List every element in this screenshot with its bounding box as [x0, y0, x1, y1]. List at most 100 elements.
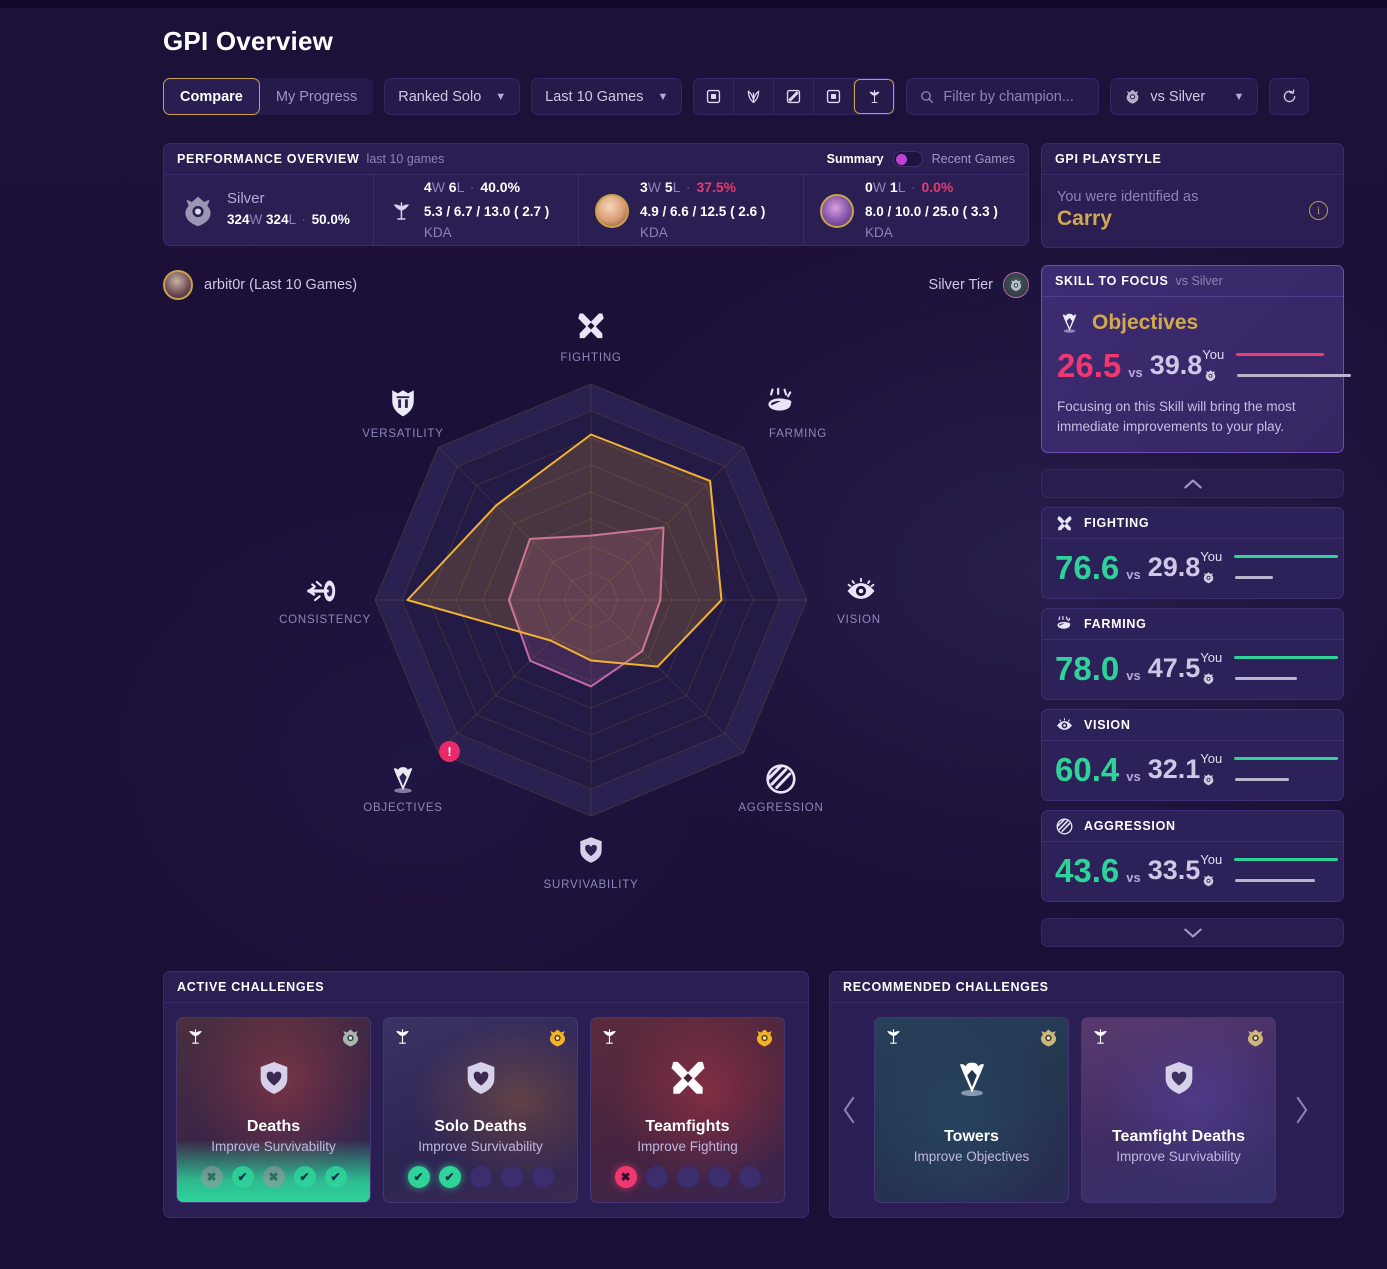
active-challenges-panel: ACTIVE CHALLENGES Deaths Improve Surviva…: [163, 971, 809, 1218]
info-icon[interactable]: i: [1309, 200, 1328, 220]
carousel-prev-button[interactable]: [836, 1095, 862, 1125]
queue-filter-value: Ranked Solo: [398, 88, 482, 105]
refresh-button[interactable]: [1269, 78, 1310, 115]
chevron-down-icon: ▼: [495, 90, 507, 103]
active-challenges-header: ACTIVE CHALLENGES: [164, 972, 808, 1003]
support-lane-icon: [884, 1027, 903, 1051]
queue-filter-dropdown[interactable]: Ranked Solo ▼: [384, 78, 521, 115]
perf-cell-champion-1: 3W 5L · 37.5% 4.9 / 6.6 / 12.5 ( 2.6 ) K…: [579, 175, 804, 246]
challenge-subtitle: Improve Survivability: [418, 1139, 543, 1154]
objectives-alert-badge[interactable]: !: [439, 741, 460, 762]
performance-overview-subtitle: last 10 games: [366, 152, 445, 166]
progress-dot-empty: [645, 1166, 668, 1188]
bot-lane-icon[interactable]: [814, 79, 855, 114]
challenge-card[interactable]: Teamfights Improve Fighting ✖: [590, 1017, 785, 1203]
role-kda-label: KDA: [423, 225, 452, 241]
versatility-icon: [386, 386, 420, 425]
skill-card-aggression[interactable]: AGGRESSION 43.6 vs 33.5 You: [1041, 810, 1344, 903]
silver-rank-icon: [1203, 875, 1214, 887]
silver-rank-icon: [1203, 572, 1214, 584]
skill-you-label: You: [1200, 751, 1223, 767]
survivability-shield-icon: [254, 1058, 294, 1103]
skill-card-vision[interactable]: VISION 60.4 vs 32.1 You: [1041, 709, 1344, 802]
toggle-switch[interactable]: [892, 151, 923, 167]
progress-dot-fail: ✖: [200, 1166, 223, 1188]
jungle-lane-icon[interactable]: [734, 79, 775, 114]
silver-rank-icon: [340, 1027, 361, 1053]
search-input[interactable]: Filter by champion...: [943, 89, 1074, 105]
axis-label-consistency: CONSISTENCY: [279, 614, 371, 626]
support-lane-icon: [1091, 1027, 1110, 1051]
survivability-shield-icon: [575, 834, 607, 871]
skill-opponent-bar: [1235, 676, 1298, 681]
challenge-card[interactable]: Deaths Improve Survivability ✖ ✔ ✖ ✔ ✔: [176, 1017, 371, 1203]
support-lane-icon: [600, 1027, 619, 1051]
farming-icon: [1057, 615, 1071, 629]
skills-scroll-up-button[interactable]: [1041, 469, 1344, 499]
champion-avatar: [820, 193, 854, 228]
champion-search[interactable]: Filter by champion...: [906, 78, 1100, 115]
fighting-icon: [666, 1056, 710, 1105]
challenge-name: Teamfight Deaths: [1111, 1128, 1246, 1145]
champ2-losses: 1: [889, 178, 898, 195]
focus-note: Focusing on this Skill will bring the mo…: [1057, 399, 1296, 434]
progress-dot-fail: ✖: [262, 1166, 285, 1188]
tab-compare[interactable]: Compare: [163, 78, 260, 115]
skill-to-focus-title: SKILL TO FOCUS: [1055, 274, 1169, 288]
gold-rank-icon: [754, 1027, 775, 1053]
support-lane-icon[interactable]: [854, 79, 895, 114]
farming-icon: [764, 386, 798, 425]
skill-you-label: You: [1200, 650, 1223, 666]
skill-you-score: 60.4: [1055, 750, 1120, 788]
skill-you-score: 76.6: [1055, 548, 1120, 586]
focus-opponent-bar: [1237, 373, 1352, 378]
challenge-card[interactable]: Solo Deaths Improve Survivability ✔ ✔: [383, 1017, 578, 1203]
top-strip: [0, 0, 1387, 8]
consistency-icon: [306, 574, 340, 613]
champ1-kda-label: KDA: [640, 225, 668, 241]
silver-rank-icon: [1203, 774, 1214, 786]
challenge-name: Towers: [944, 1128, 999, 1145]
range-filter-dropdown[interactable]: Last 10 Games ▼: [531, 78, 683, 115]
avatar: [163, 270, 193, 300]
carousel-next-button[interactable]: [1288, 1095, 1314, 1125]
focus-you-score: 26.5: [1057, 346, 1122, 384]
gold-rank-icon: [547, 1027, 568, 1053]
l-suffix: L: [288, 212, 296, 228]
recommended-challenges-panel: RECOMMENDED CHALLENGES Towers Improve Ob…: [829, 971, 1344, 1218]
rank-losses: 324: [266, 212, 289, 228]
skill-opponent-score: 29.8: [1147, 551, 1201, 582]
vision-icon: [844, 574, 878, 613]
challenge-subtitle: Improve Fighting: [637, 1139, 738, 1154]
axis-label-survivability: SURVIVABILITY: [543, 879, 639, 891]
mid-lane-icon[interactable]: [774, 79, 815, 114]
challenge-progress-dots: ✖: [614, 1166, 761, 1188]
challenge-subtitle: Improve Objectives: [913, 1149, 1030, 1164]
role-filter-group: [693, 78, 896, 115]
progress-dot-empty: [531, 1166, 554, 1188]
summary-toggle[interactable]: Summary Recent Games: [827, 151, 1015, 167]
skill-you-bar: [1234, 756, 1339, 761]
skill-opponent-score: 47.5: [1147, 652, 1201, 683]
skill-opponent-bar: [1235, 575, 1274, 580]
champion-avatar: [595, 193, 629, 228]
champ1-wins: 3: [640, 178, 648, 195]
compare-target-dropdown[interactable]: vs Silver ▼: [1110, 78, 1259, 115]
skills-scroll-down-button[interactable]: [1041, 918, 1344, 948]
w-suffix: W: [249, 212, 263, 228]
skill-card-fighting[interactable]: FIGHTING 76.6 vs 29.8 You: [1041, 507, 1344, 600]
champ2-kda-label: KDA: [865, 225, 893, 241]
chevron-down-icon: ▼: [1233, 90, 1245, 103]
tab-my-progress[interactable]: My Progress: [260, 78, 373, 115]
challenge-card[interactable]: Towers Improve Objectives: [874, 1017, 1069, 1203]
challenge-progress-dots: ✔ ✔: [407, 1166, 554, 1188]
top-lane-icon[interactable]: [694, 79, 735, 114]
axis-label-fighting: FIGHTING: [560, 352, 622, 364]
chevron-up-icon: [1183, 479, 1202, 489]
skill-opponent-score: 32.1: [1147, 753, 1201, 784]
axis-label-versatility: VERSATILITY: [362, 428, 444, 440]
skill-card-farming[interactable]: FARMING 78.0 vs 47.5 You: [1041, 608, 1344, 701]
challenge-card[interactable]: Teamfight Deaths Improve Survivability: [1081, 1017, 1276, 1203]
skill-opponent-bar: [1235, 777, 1290, 782]
playstyle-value: Carry: [1057, 207, 1112, 230]
